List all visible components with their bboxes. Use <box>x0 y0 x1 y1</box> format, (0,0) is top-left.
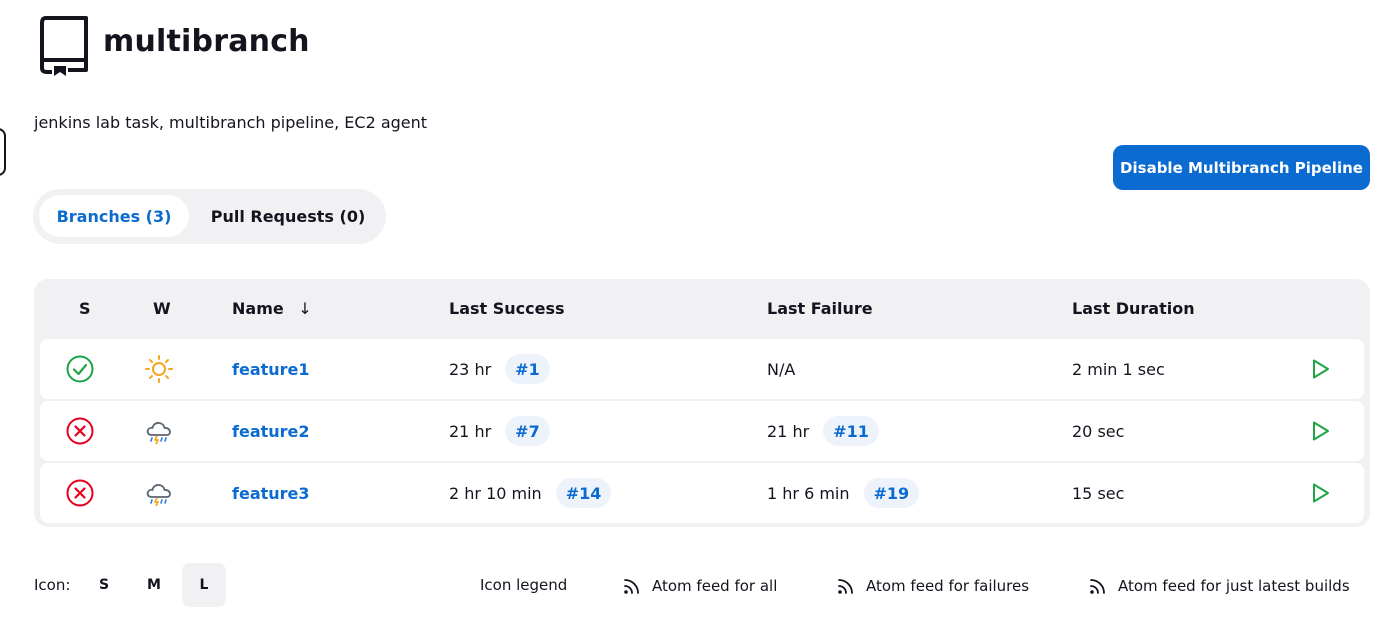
rss-icon <box>1088 576 1108 596</box>
branch-name-cell: feature1 <box>232 339 310 399</box>
atom-feed-latest-label: Atom feed for just latest builds <box>1118 577 1350 595</box>
sort-arrow-icon: ↓ <box>298 299 312 318</box>
sunny-icon <box>144 339 174 399</box>
table-row: feature2 21 hr #7 21 hr #11 20 sec <box>40 401 1364 461</box>
last-failure-time: 21 hr <box>767 421 810 441</box>
thunderstorm-icon <box>144 401 174 461</box>
build-link[interactable]: #1 <box>505 354 550 384</box>
column-header-status[interactable]: S <box>79 299 91 318</box>
build-link[interactable]: #7 <box>505 416 550 446</box>
branches-table: S W Name ↓ Last Success Last Failure Las… <box>34 279 1370 527</box>
build-link[interactable]: #19 <box>863 478 920 508</box>
success-icon <box>66 339 94 399</box>
branch-link-feature1[interactable]: feature1 <box>232 360 310 379</box>
branch-link-feature2[interactable]: feature2 <box>232 422 310 441</box>
last-success-time: 23 hr <box>449 359 492 379</box>
icon-size-small-button[interactable]: S <box>82 563 126 607</box>
column-header-name-label: Name <box>232 299 284 318</box>
icon-legend-link[interactable]: Icon legend <box>480 576 567 594</box>
tab-branches[interactable]: Branches (3) <box>39 195 189 237</box>
table-row: feature3 2 hr 10 min #14 1 hr 6 min #19 … <box>40 463 1364 523</box>
last-failure-cell: N/A <box>767 339 795 399</box>
last-failure-time: N/A <box>767 359 796 379</box>
play-icon[interactable] <box>1308 339 1332 399</box>
last-success-time: 21 hr <box>449 421 492 441</box>
branch-tabs: Branches (3) Pull Requests (0) <box>33 189 386 244</box>
play-icon[interactable] <box>1308 401 1332 461</box>
icon-size-medium-button[interactable]: M <box>132 563 176 607</box>
tab-pull-requests[interactable]: Pull Requests (0) <box>203 195 373 237</box>
last-failure-time: 1 hr 6 min <box>767 483 850 503</box>
thunderstorm-icon <box>144 463 174 523</box>
column-header-weather[interactable]: W <box>153 299 171 318</box>
last-success-cell: 2 hr 10 min #14 <box>449 463 612 523</box>
last-failure-cell: 1 hr 6 min #19 <box>767 463 920 523</box>
build-link[interactable]: #11 <box>823 416 879 446</box>
atom-feed-latest-link[interactable]: Atom feed for just latest builds <box>1088 576 1350 596</box>
icon-size-large-button[interactable]: L <box>182 563 226 607</box>
play-icon[interactable] <box>1308 463 1332 523</box>
column-header-last-failure[interactable]: Last Failure <box>767 299 873 318</box>
page-description: jenkins lab task, multibranch pipeline, … <box>34 113 428 132</box>
last-duration: 2 min 1 sec <box>1072 359 1165 379</box>
column-header-last-success[interactable]: Last Success <box>449 299 565 318</box>
last-success-time: 2 hr 10 min <box>449 483 542 503</box>
failed-icon <box>66 463 94 523</box>
atom-feed-all-label: Atom feed for all <box>652 577 778 595</box>
last-success-cell: 21 hr #7 <box>449 401 550 461</box>
icon-size-label: Icon: <box>34 576 71 594</box>
atom-feed-all-link[interactable]: Atom feed for all <box>622 576 777 596</box>
window-edge-handle <box>0 128 6 176</box>
last-duration: 20 sec <box>1072 421 1125 441</box>
branch-name-cell: feature3 <box>232 463 310 523</box>
last-duration: 15 sec <box>1072 483 1125 503</box>
last-failure-cell: 21 hr #11 <box>767 401 879 461</box>
rss-icon <box>622 576 642 596</box>
table-row: feature1 23 hr #1 N/A 2 min 1 sec <box>40 339 1364 399</box>
atom-feed-failures-link[interactable]: Atom feed for failures <box>836 576 1029 596</box>
page-title: multibranch <box>103 24 310 59</box>
atom-feed-failures-label: Atom feed for failures <box>866 577 1030 595</box>
repository-icon <box>38 14 90 78</box>
branch-name-cell: feature2 <box>232 401 310 461</box>
column-header-name[interactable]: Name ↓ <box>232 299 312 318</box>
branch-link-feature3[interactable]: feature3 <box>232 484 310 503</box>
rss-icon <box>836 576 856 596</box>
column-header-last-duration[interactable]: Last Duration <box>1072 299 1195 318</box>
build-link[interactable]: #14 <box>555 478 612 508</box>
last-success-cell: 23 hr #1 <box>449 339 550 399</box>
failed-icon <box>66 401 94 461</box>
disable-multibranch-pipeline-button[interactable]: Disable Multibranch Pipeline <box>1113 145 1370 190</box>
